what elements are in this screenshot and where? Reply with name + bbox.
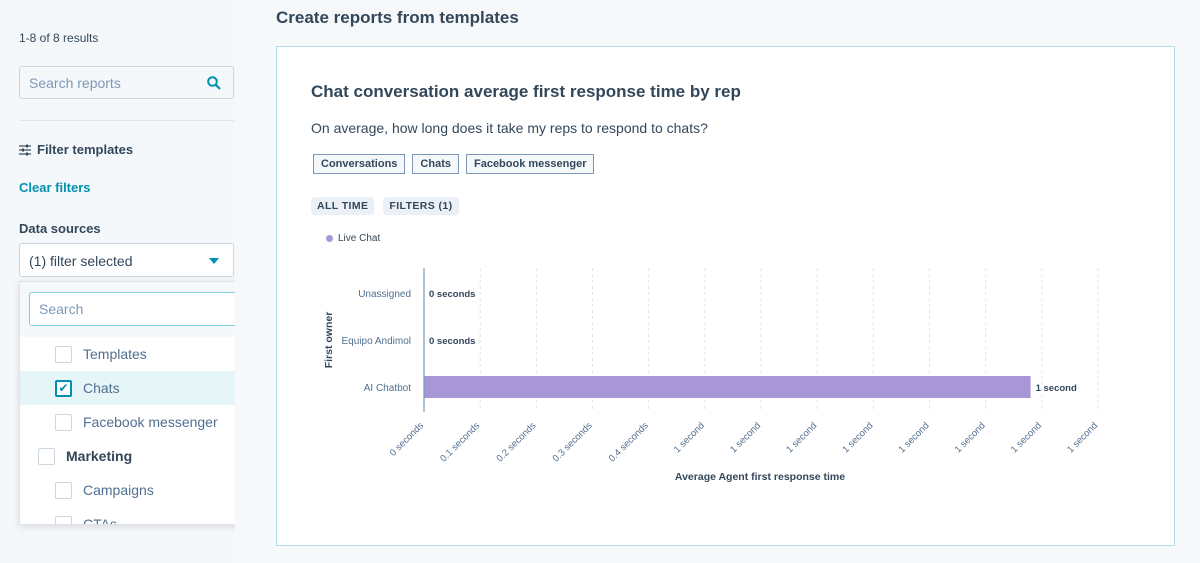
x-tick-label: 1 second <box>1009 420 1044 455</box>
data-label: 0 seconds <box>429 289 475 300</box>
data-label: 0 seconds <box>429 336 475 347</box>
x-tick-label: 1 second <box>728 420 763 455</box>
x-tick-label: 1 second <box>1065 420 1100 455</box>
y-tick-label: AI Chatbot <box>364 383 411 394</box>
x-tick-label: 0.4 seconds <box>607 420 651 464</box>
x-tick-label: 1 second <box>897 420 932 455</box>
x-tick-label: 0 seconds <box>388 420 427 459</box>
y-axis-title: First owner <box>323 312 335 369</box>
y-tick-label: Equipo Andimol <box>342 336 412 347</box>
x-tick-label: 1 second <box>672 420 707 455</box>
x-tick-label: 0.1 seconds <box>438 420 482 464</box>
bar <box>424 376 1031 398</box>
x-tick-label: 1 second <box>784 420 819 455</box>
x-tick-label: 1 second <box>953 420 988 455</box>
data-label: 1 second <box>1036 383 1077 394</box>
x-tick-label: 0.3 seconds <box>551 420 595 464</box>
x-tick-label: 0.2 seconds <box>494 420 538 464</box>
y-tick-label: Unassigned <box>358 289 411 300</box>
bar-chart: 0 seconds 0.1 seconds 0.2 seconds 0.3 secon… <box>323 268 1100 483</box>
x-axis-title: Average Agent first response time <box>675 471 845 483</box>
x-tick-label: 1 second <box>840 420 875 455</box>
